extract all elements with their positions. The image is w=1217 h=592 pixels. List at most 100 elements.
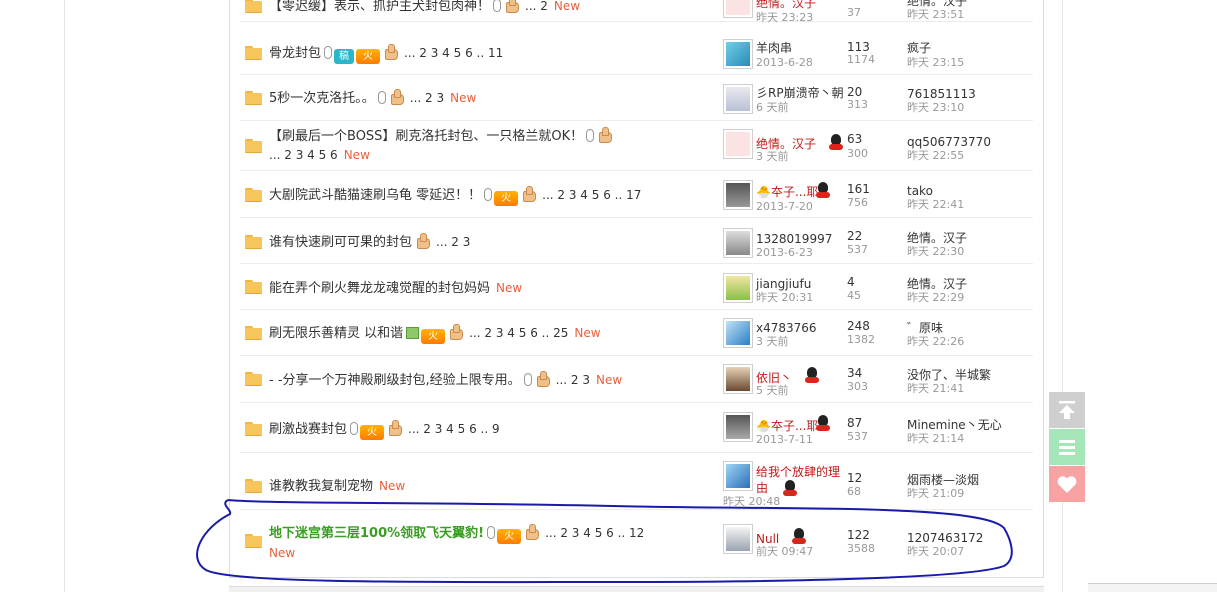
avatar[interactable] — [723, 0, 753, 18]
thread-pages[interactable]: ... 2 3 4 5 6 .. 9 — [408, 422, 500, 436]
thread-title[interactable]: 谁教教我复制宠物 — [269, 479, 373, 494]
favorite-button[interactable] — [1049, 466, 1085, 502]
view-count: 300 — [847, 147, 868, 160]
thumbs-up-icon — [414, 233, 431, 249]
avatar[interactable] — [723, 273, 753, 303]
avatar[interactable] — [723, 180, 753, 210]
thread-title[interactable]: 大剧院武斗酷猫速刷乌龟 零延迟！！ — [269, 188, 481, 203]
thread-pages[interactable]: ... 2 3 — [410, 91, 444, 105]
thumbs-up-icon — [388, 89, 404, 105]
last-reply-time[interactable]: 昨天 21:41 — [907, 382, 964, 395]
reply-count: 63 — [847, 132, 863, 146]
qq-icon[interactable] — [816, 415, 830, 431]
thread-pages[interactable]: ... 2 3 — [556, 373, 590, 387]
fire-badge: 火 — [360, 425, 385, 440]
author-name[interactable]: jiangjiufu — [756, 277, 811, 291]
thread-title[interactable]: - -分享一个万神殿刷级封包,经验上限专用。 — [269, 373, 521, 388]
avatar[interactable] — [723, 318, 753, 348]
thread-row: 刷无限乐善精灵 以和谐 火 ... 2 3 4 5 6 .. 25 New x4783… — [240, 310, 1033, 356]
reply-count: 22 — [847, 229, 863, 243]
qq-icon[interactable] — [805, 367, 819, 383]
qq-icon[interactable] — [829, 134, 843, 150]
new-tag: New — [553, 0, 581, 13]
reply-count: 87 — [847, 416, 863, 430]
last-reply-user[interactable]: 疯子 — [907, 41, 931, 55]
fire-badge: 火 — [421, 329, 446, 344]
last-reply-user[interactable]: 绝情。汉子 — [907, 0, 967, 8]
thread-title[interactable]: 谁有快速刷可可果的封包 — [269, 235, 412, 250]
view-count: 537 — [847, 430, 868, 443]
last-reply-time[interactable]: 昨天 22:26 — [907, 335, 964, 348]
thread-pages[interactable]: ... 2 3 4 5 6 — [269, 148, 338, 162]
author-name[interactable]: 彡RP崩溃帝丶朝 — [756, 86, 844, 100]
thread-title[interactable]: 5秒一次克洛托。。 — [269, 91, 375, 106]
author-name[interactable]: 1328019997 — [756, 232, 832, 246]
fire-badge: 火 — [494, 191, 519, 206]
last-reply-time[interactable]: 昨天 22:55 — [907, 149, 964, 162]
author-name[interactable]: 依旧丶 — [756, 371, 792, 385]
thread-pages[interactable]: ... 2 3 4 5 6 .. 17 — [542, 188, 641, 202]
avatar[interactable] — [723, 412, 753, 442]
last-reply-user[interactable]: tako — [907, 184, 933, 198]
post-date: 6 天前 — [756, 101, 789, 114]
author-name[interactable]: 绝情。汉子 — [756, 137, 816, 151]
thread-row: 【刷最后一个BOSS】刷克洛托封包、一只格兰就OK！ ... 2 3 4 5 6 N… — [240, 121, 1033, 171]
author-name[interactable]: x4783766 — [756, 321, 817, 335]
last-reply-user[interactable]: Minemine丶无心 — [907, 418, 1002, 432]
back-to-top-button[interactable] — [1049, 392, 1085, 428]
view-count: 303 — [847, 380, 868, 393]
thread-pages[interactable]: ... 2 — [525, 0, 548, 13]
qq-icon[interactable] — [816, 182, 830, 198]
last-reply-user[interactable]: qq506773770 — [907, 135, 991, 149]
post-date: 2013-6-23 — [756, 246, 813, 259]
avatar[interactable] — [723, 129, 753, 159]
post-date: 昨天 23:23 — [756, 11, 814, 24]
folder-icon — [245, 0, 262, 13]
last-reply-time[interactable]: 昨天 22:30 — [907, 245, 964, 258]
thread-title[interactable]: 骨龙封包 — [269, 46, 321, 61]
image-icon — [406, 327, 420, 339]
avatar[interactable] — [723, 84, 753, 114]
post-date: 3 天前 — [756, 335, 789, 348]
avatar[interactable] — [723, 364, 753, 394]
attachment-icon — [350, 422, 359, 435]
last-reply-user[interactable]: 没你了、半城繁 — [907, 368, 991, 382]
thread-title[interactable]: 【刷最后一个BOSS】刷克洛托封包、一只格兰就OK！ — [269, 129, 583, 144]
thread-title[interactable]: 刷激战赛封包 — [269, 422, 347, 437]
folder-icon — [245, 46, 262, 60]
qq-icon[interactable] — [783, 480, 797, 496]
last-reply-time[interactable]: 昨天 23:10 — [907, 101, 964, 114]
avatar[interactable] — [723, 228, 753, 258]
last-reply-user[interactable]: 绝情。汉子 — [907, 277, 967, 291]
author-name[interactable]: 🐣夲子...耶 — [756, 185, 818, 199]
thread-title[interactable]: 【零迟缓】表示、抓护主犬封包肉神！ — [269, 0, 490, 14]
thread-title[interactable]: 能在弄个刷火舞龙龙魂觉醒的封包妈妈 — [269, 281, 490, 296]
last-reply-time[interactable]: 昨天 22:29 — [907, 291, 964, 304]
last-reply-user[interactable]: 绝情。汉子 — [907, 231, 967, 245]
thumbs-up-icon — [520, 186, 537, 202]
author-name[interactable]: 羊肉串 — [756, 41, 792, 55]
last-reply-time[interactable]: 昨天 22:41 — [907, 198, 964, 211]
thread-pages[interactable]: ... 2 3 — [436, 235, 470, 249]
thumbs-up-icon — [503, 0, 520, 13]
thumbs-up-icon — [447, 324, 464, 340]
new-tag: New — [496, 281, 523, 295]
last-reply-user[interactable]: 761851113 — [907, 87, 976, 101]
forum-page: 【零迟缓】表示、抓护主犬封包肉神！ ... 2 New 绝情。汉子 昨天 23:23… — [0, 0, 1217, 592]
last-reply-time[interactable]: 昨天 23:15 — [907, 56, 964, 69]
last-reply-user[interactable]: ゛原味 — [907, 321, 943, 335]
last-reply-time[interactable]: 昨天 23:51 — [907, 8, 964, 21]
thread-pages[interactable]: ... 2 3 4 5 6 .. 11 — [404, 46, 503, 60]
last-reply-time[interactable]: 昨天 21:14 — [907, 432, 964, 445]
thread-pages[interactable]: ... 2 3 4 5 6 .. 25 — [469, 326, 568, 340]
attachment-icon — [377, 91, 386, 104]
last-reply-user[interactable]: 烟雨楼—淡烟 — [907, 473, 979, 487]
list-button[interactable] — [1049, 429, 1085, 465]
avatar[interactable] — [723, 39, 753, 69]
author-name[interactable]: 给我个放肆的理由 — [756, 464, 844, 496]
author-name[interactable]: 🐣夲子...耶 — [756, 419, 818, 433]
thread-title[interactable]: 刷无限乐善精灵 以和谐 — [269, 326, 403, 341]
folder-icon — [245, 188, 262, 202]
avatar[interactable] — [723, 461, 753, 491]
author-name[interactable]: 绝情。汉子 — [756, 0, 816, 10]
